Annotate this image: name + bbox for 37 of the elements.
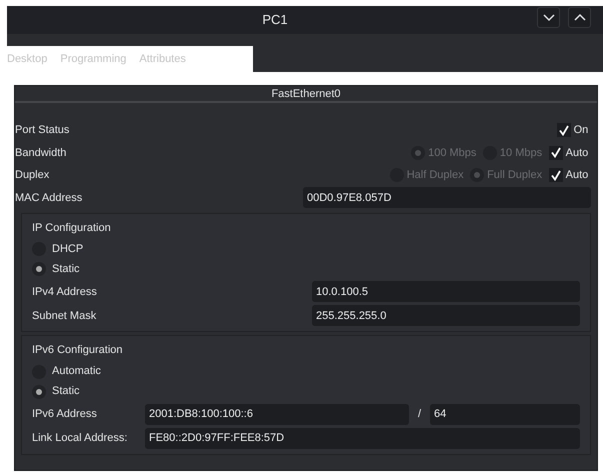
option-label: Automatic xyxy=(52,364,101,380)
option-label: DHCP xyxy=(52,242,84,257)
panel-title: FastEthernet0 xyxy=(15,86,597,103)
address-field[interactable]: 10.0.100.5 xyxy=(312,281,580,302)
prefix-field[interactable]: 64 xyxy=(430,404,580,424)
address-field[interactable]: 255.255.255.0 xyxy=(312,305,580,326)
field-label: Link Local Address: xyxy=(32,430,128,446)
setting-label: MAC Address xyxy=(15,190,84,206)
maximize-button[interactable] xyxy=(568,7,591,28)
mac-address-field[interactable]: 00D0.97E8.057D xyxy=(303,187,591,208)
option-label: 100 Mbps xyxy=(428,146,476,160)
address-field[interactable]: 2001:DB8:100:100::6 xyxy=(145,404,409,424)
field-label: Subnet Mask xyxy=(32,308,98,324)
checkbox[interactable] xyxy=(548,168,563,182)
field-label: IPv6 Address xyxy=(32,406,98,422)
option-label: Static xyxy=(52,262,80,277)
checkbox[interactable] xyxy=(548,146,563,160)
option-label: Auto xyxy=(566,146,588,160)
option-label: Auto xyxy=(566,168,588,183)
option-label: Full Duplex xyxy=(487,168,542,183)
radio-button[interactable] xyxy=(32,262,46,276)
option-label: Half Duplex xyxy=(406,168,464,183)
setting-label: Duplex xyxy=(15,168,50,183)
field-label: IPv4 Address xyxy=(32,284,98,300)
minimize-button[interactable] xyxy=(537,7,560,28)
address-field[interactable]: FE80::2D0:97FF:FEE8:57D xyxy=(145,428,580,448)
checkbox[interactable] xyxy=(556,123,571,138)
setting-label: Port Status xyxy=(15,123,70,138)
setting-label: Bandwidth xyxy=(15,146,68,160)
group-title: IP Configuration xyxy=(32,221,112,236)
window-title: PC1 xyxy=(262,11,288,30)
option-label: On xyxy=(574,123,588,138)
option-label: 10 Mbps xyxy=(500,146,542,160)
group-title: IPv6 Configuration xyxy=(32,343,124,358)
radio-button[interactable] xyxy=(32,384,46,398)
option-label: Static xyxy=(52,384,80,400)
separator: / xyxy=(416,406,422,422)
